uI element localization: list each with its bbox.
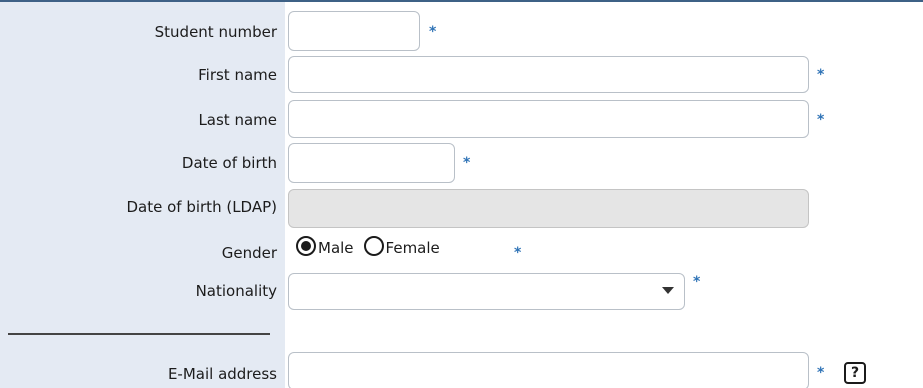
- date-of-birth-ldap-label: Date of birth (LDAP): [126, 198, 277, 216]
- gender-required-mark: *: [514, 245, 522, 261]
- date-of-birth-label: Date of birth: [181, 154, 277, 172]
- gender-label: Gender: [221, 244, 277, 262]
- student-form: Student number * First name * Last name …: [0, 0, 923, 388]
- male-radio-label[interactable]: Male: [318, 235, 354, 258]
- student-number-required-mark: *: [429, 24, 437, 40]
- last-name-required-mark: *: [817, 112, 825, 128]
- email-label: E-Mail address: [167, 365, 277, 383]
- email-input-box[interactable]: [289, 353, 808, 388]
- nationality-select[interactable]: [288, 273, 685, 310]
- date-of-birth-ldap-input-box: [289, 190, 808, 227]
- date-of-birth-input[interactable]: [288, 143, 455, 183]
- email-input[interactable]: [288, 352, 809, 388]
- student-number-label: Student number: [154, 23, 277, 41]
- first-name-label: First name: [198, 66, 277, 84]
- nationality-label: Nationality: [195, 282, 277, 300]
- email-required-mark: *: [817, 365, 825, 381]
- last-name-label: Last name: [198, 111, 277, 129]
- gender-option-female[interactable]: Female: [363, 235, 440, 258]
- student-number-input-box[interactable]: [289, 12, 419, 50]
- date-of-birth-required-mark: *: [463, 155, 471, 171]
- date-of-birth-ldap-input: [288, 189, 809, 228]
- last-name-input[interactable]: [288, 100, 809, 138]
- female-radio-button[interactable]: [363, 236, 384, 256]
- section-divider: [8, 333, 270, 335]
- nationality-required-mark: *: [693, 274, 701, 290]
- female-radio-label[interactable]: Female: [386, 235, 440, 258]
- student-number-input[interactable]: [288, 11, 420, 51]
- label-column: [0, 2, 285, 388]
- male-radio-button[interactable]: [296, 236, 316, 256]
- date-of-birth-input-box[interactable]: [289, 144, 454, 182]
- first-name-required-mark: *: [817, 67, 825, 83]
- first-name-input-box[interactable]: [289, 57, 808, 92]
- gender-radio-group: Male Female: [296, 234, 450, 258]
- first-name-input[interactable]: [288, 56, 809, 93]
- help-icon[interactable]: ?: [844, 362, 866, 384]
- gender-option-male[interactable]: Male: [296, 235, 354, 258]
- last-name-input-box[interactable]: [289, 101, 808, 137]
- chevron-down-icon[interactable]: [662, 287, 674, 294]
